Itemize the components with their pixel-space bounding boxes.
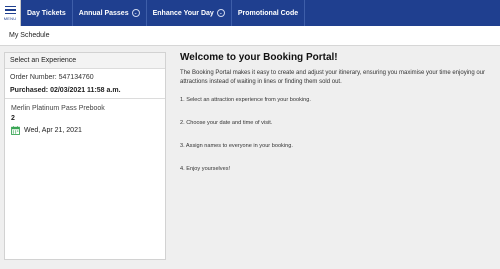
- order-number: Order Number: 547134760: [10, 74, 94, 81]
- step-item: 4. Enjoy yourselves!: [180, 166, 231, 172]
- steps-list: 1. Select an attraction experience from …: [180, 97, 494, 172]
- ticket-name: Merlin Platinum Pass Prebook: [11, 105, 105, 112]
- menu-button[interactable]: MENU: [0, 0, 21, 26]
- welcome-intro: The Booking Portal makes it easy to crea…: [180, 70, 486, 85]
- nav-annual-passes-label: Annual Passes: [78, 9, 129, 17]
- step-item: 2. Choose your date and time of visit.: [180, 120, 273, 126]
- step-item: 1. Select an attraction experience from …: [180, 97, 311, 103]
- schedule-title: My Schedule: [9, 32, 50, 39]
- nav-enhance-your-day-label: Enhance Your Day: [152, 9, 214, 17]
- welcome-title: Welcome to your Booking Portal!: [180, 52, 338, 63]
- menu-icon: [4, 5, 16, 15]
- chevron-down-icon: ⌄: [216, 9, 225, 17]
- step-item: 3. Assign names to everyone in your book…: [180, 143, 293, 149]
- nav-annual-passes[interactable]: Annual Passes ⌄: [73, 0, 147, 26]
- order-info: Order Number: 547134760 Purchased: 02/03…: [5, 69, 165, 99]
- calendar-icon: [11, 126, 20, 135]
- nav-day-tickets-label: Day Tickets: [27, 9, 66, 17]
- ticket-date: Wed, Apr 21, 2021: [24, 127, 82, 134]
- ticket-date-row: Wed, Apr 21, 2021: [11, 126, 159, 135]
- select-experience-header: Select an Experience: [5, 53, 165, 69]
- nav-promotional-code[interactable]: Promotional Code: [232, 0, 306, 26]
- ticket-item[interactable]: Merlin Platinum Pass Prebook 2 Wed, Apr …: [5, 99, 165, 135]
- ticket-quantity: 2: [11, 115, 15, 122]
- nav-day-tickets[interactable]: Day Tickets: [21, 0, 73, 26]
- nav-promotional-code-label: Promotional Code: [237, 9, 299, 17]
- chevron-down-icon: ⌄: [131, 9, 140, 17]
- experience-panel: Select an Experience Order Number: 54713…: [4, 52, 166, 260]
- top-navigation: MENU Day Tickets Annual Passes ⌄ Enhance…: [0, 0, 500, 26]
- menu-label: MENU: [3, 16, 17, 22]
- schedule-bar: My Schedule: [0, 26, 500, 46]
- nav-enhance-your-day[interactable]: Enhance Your Day ⌄: [147, 0, 232, 26]
- welcome-section: Welcome to your Booking Portal! The Book…: [180, 52, 494, 189]
- purchase-date: Purchased: 02/03/2021 11:58 a.m.: [10, 87, 121, 94]
